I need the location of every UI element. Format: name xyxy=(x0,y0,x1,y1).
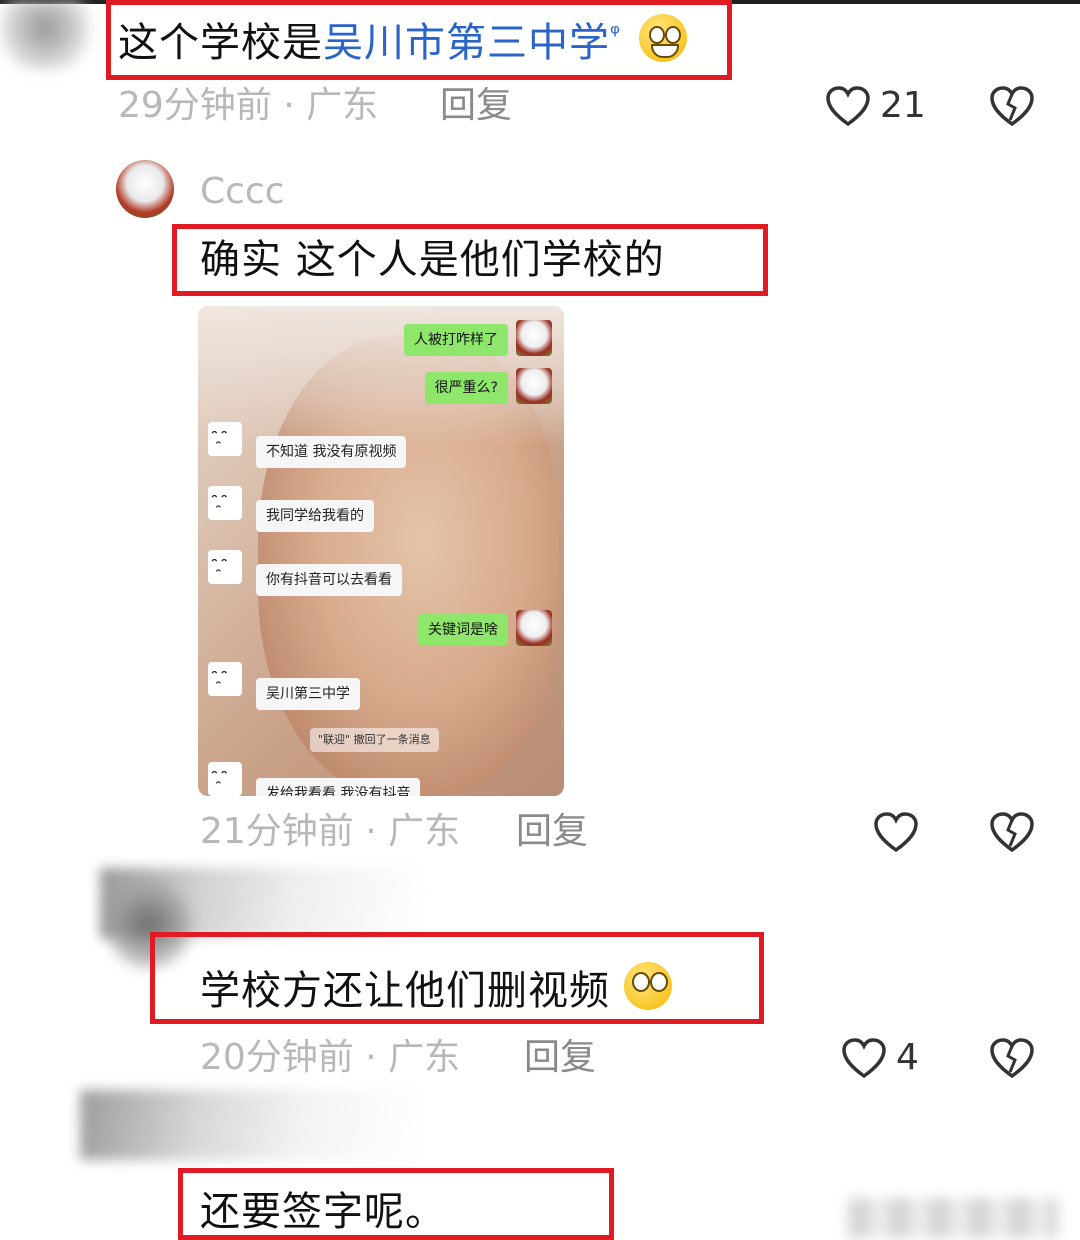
comment-3-like-button[interactable]: 4 xyxy=(840,1036,930,1082)
chat-avatar-face: ᵔ ̯ᵔ xyxy=(208,550,242,584)
pleading-emoji xyxy=(623,962,672,1010)
chat-system-notice: "联迎" 撤回了一条消息 xyxy=(310,728,439,752)
comment-3-meta: 20分钟前 · 广东 xyxy=(200,1037,461,1078)
grimace-emoji xyxy=(638,14,687,62)
blurred-watermark xyxy=(848,1198,1058,1238)
comment-1-prefix: 这个学校是 xyxy=(118,20,323,66)
avatar[interactable] xyxy=(116,160,174,218)
chat-bubble: 你有抖音可以去看看 xyxy=(256,564,402,596)
chat-avatar-face: ᵔ ̯ᵔ xyxy=(208,486,242,520)
search-link-school[interactable]: 吴川市第三中学 xyxy=(323,20,610,66)
chat-avatar-dog xyxy=(516,368,552,404)
comment-1-text: 这个学校是吴川市第三中学ᵠ xyxy=(118,14,687,63)
comment-1-like-button[interactable]: 21 xyxy=(824,84,934,130)
search-icon[interactable]: ᵠ xyxy=(610,20,621,48)
chat-avatar-face: ᵔ ̯ᵔ xyxy=(208,422,242,456)
chat-bubble: 关键词是啥 xyxy=(418,614,508,646)
heart-broken-icon[interactable] xyxy=(988,84,1036,128)
chat-bubble: 人被打咋样了 xyxy=(404,324,508,356)
comment-3-like-count: 4 xyxy=(896,1037,919,1078)
chat-avatar-face: ᵔ ̯ᵔ xyxy=(208,662,242,696)
heart-outline-icon xyxy=(826,86,870,127)
chat-avatar-dog xyxy=(516,610,552,646)
comment-1-reply-button[interactable]: 回复 xyxy=(440,88,512,124)
chat-bubble: 吴川第三中学 xyxy=(256,678,360,710)
heart-broken-icon[interactable] xyxy=(988,1036,1036,1080)
comment-2-text: 确实 这个人是他们学校的 xyxy=(200,237,665,283)
chat-bubble: 不知道 我没有原视频 xyxy=(256,436,407,468)
comment-1-meta: 29分钟前 · 广东 xyxy=(118,85,379,126)
background-top xyxy=(198,306,564,446)
comment-3-body: 学校方还让他们删视频 xyxy=(200,968,610,1014)
comment-4-text: 还要签字呢。 xyxy=(200,1189,446,1235)
heart-broken-icon[interactable] xyxy=(988,810,1036,854)
comment-2-reply-button[interactable]: 回复 xyxy=(516,814,588,850)
comment-3-text: 学校方还让他们删视频 xyxy=(200,962,672,1011)
comment-3-reply-button[interactable]: 回复 xyxy=(524,1040,596,1076)
blurred-username xyxy=(80,1090,420,1160)
blurred-avatar xyxy=(0,0,90,70)
chat-bubble: 我同学给我看的 xyxy=(256,500,374,532)
comment-1-like-count: 21 xyxy=(880,85,926,126)
chat-screenshot-image[interactable]: 人被打咋样了 很严重么? ᵔ ̯ᵔ 不知道 我没有原视频 ᵔ ̯ᵔ 我同学给我看… xyxy=(198,306,564,796)
chat-avatar-dog xyxy=(516,320,552,356)
heart-outline-icon[interactable] xyxy=(872,810,920,854)
heart-outline-icon xyxy=(842,1038,886,1079)
chat-bubble: 发给我看看 我没有抖音 xyxy=(256,778,421,796)
comment-2-username[interactable]: Cccc xyxy=(200,174,285,210)
chat-avatar-face: ᵔ ̯ᵔ xyxy=(208,762,242,796)
chat-bubble: 很严重么? xyxy=(424,372,508,404)
comment-2-meta: 21分钟前 · 广东 xyxy=(200,811,461,852)
